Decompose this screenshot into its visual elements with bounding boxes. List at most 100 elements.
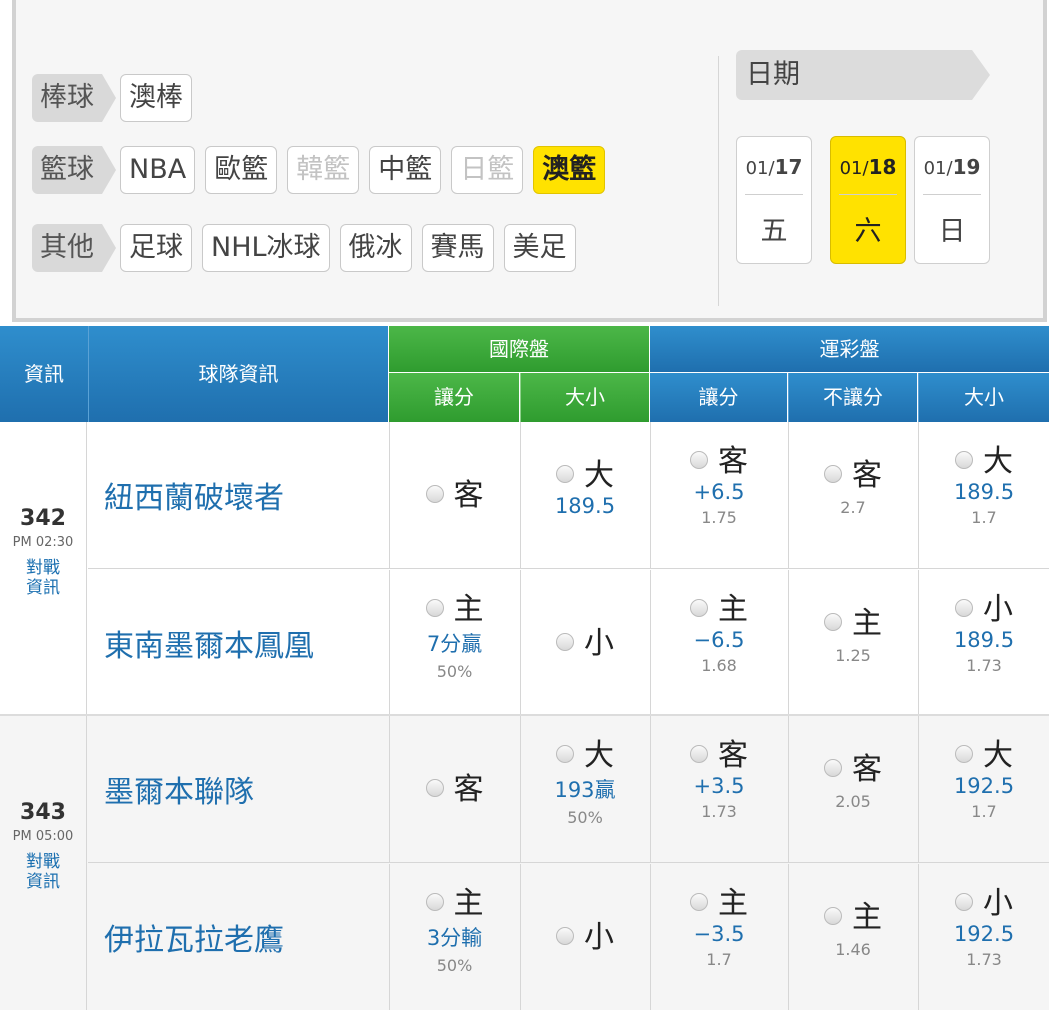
team-name[interactable]: 墨爾本聯隊 xyxy=(88,716,388,862)
odds-cell[interactable]: 主 −6.5 1.68 xyxy=(650,570,787,716)
filter-chip[interactable]: 歐籃 xyxy=(205,146,278,194)
odds-side-label: 主 xyxy=(852,900,882,935)
odds-selection: 客 xyxy=(390,764,519,808)
panel-divider xyxy=(718,56,719,306)
odds-cell[interactable]: 大 189.5 xyxy=(520,422,649,568)
radio-icon xyxy=(556,926,574,945)
odds-side-label: 客 xyxy=(852,458,882,493)
filter-chip[interactable]: 美足 xyxy=(503,224,576,272)
odds-selection: 主 xyxy=(789,598,917,642)
filter-chip[interactable]: 足球 xyxy=(120,224,192,272)
odds-cell[interactable]: 大 192.5 1.7 xyxy=(918,716,1049,862)
radio-icon xyxy=(425,598,444,617)
odds-cell[interactable]: 大 189.5 1.7 xyxy=(918,422,1049,568)
filter-category-2[interactable]: 其他 xyxy=(32,224,116,272)
filter-chip[interactable]: NHL冰球 xyxy=(202,224,330,272)
odds-cell[interactable]: 主 7分贏 50% xyxy=(389,570,519,716)
odds-selection: 客 xyxy=(789,450,917,494)
radio-icon xyxy=(556,632,574,651)
header-intl-total: 大小 xyxy=(520,373,649,422)
odds-price: 2.05 xyxy=(835,792,871,811)
odds-line-value: 193贏 xyxy=(554,778,616,802)
odds-side-label: 客 xyxy=(718,444,748,479)
filter-row: 籃球 NBA 歐籃 韓籃 中籃 日籃 澳籃 xyxy=(32,146,615,194)
odds-price: 1.25 xyxy=(835,646,871,665)
odds-cell[interactable]: 客 +6.5 1.75 xyxy=(650,422,787,568)
odds-side-label: 主 xyxy=(718,592,748,627)
date-card[interactable]: 01/18 六 xyxy=(830,136,906,264)
odds-line-value: +6.5 xyxy=(693,480,745,504)
odds-line-value: −3.5 xyxy=(693,922,745,946)
radio-icon xyxy=(824,464,842,483)
odds-line-value: −6.5 xyxy=(693,628,745,652)
odds-selection: 主 xyxy=(390,584,519,628)
row-divider xyxy=(88,568,1049,569)
odds-side-label: 主 xyxy=(453,886,484,921)
odds-cell[interactable]: 主 1.46 xyxy=(788,864,917,1010)
date-card[interactable]: 01/17 五 xyxy=(736,136,812,264)
filter-chip[interactable]: 澳籃 xyxy=(533,146,606,194)
game-info: 343 PM 05:00 對戰 資訊 xyxy=(0,716,87,1010)
date-card-day: 19 xyxy=(952,155,981,179)
odds-cell[interactable]: 客 2.7 xyxy=(788,422,917,568)
matchup-info-link[interactable]: 對戰 資訊 xyxy=(0,558,86,598)
date-card-date: 01/18 xyxy=(839,137,897,195)
odds-selection: 主 xyxy=(789,892,917,936)
odds-cell[interactable]: 客 xyxy=(389,422,519,568)
filter-chip[interactable]: NBA xyxy=(120,146,196,194)
matchup-info-link[interactable]: 對戰 資訊 xyxy=(0,852,86,892)
odds-cell[interactable]: 主 1.25 xyxy=(788,570,917,716)
odds-price: 1.73 xyxy=(701,802,737,821)
radio-icon xyxy=(690,598,708,617)
odds-price: 2.7 xyxy=(840,498,866,517)
game-number: 342 xyxy=(20,506,66,531)
team-name[interactable]: 伊拉瓦拉老鷹 xyxy=(88,864,388,1010)
matchup-info-line1: 對戰 xyxy=(26,852,60,872)
radio-icon xyxy=(824,758,842,777)
date-card-day: 18 xyxy=(868,155,897,179)
odds-cell[interactable]: 小 192.5 1.73 xyxy=(918,864,1049,1010)
odds-cell[interactable]: 大 193贏 50% xyxy=(520,716,649,862)
odds-line-value: 189.5 xyxy=(554,494,616,518)
matchup-info-line2: 資訊 xyxy=(26,578,60,598)
odds-selection: 小 xyxy=(521,912,649,956)
date-card[interactable]: 01/19 日 xyxy=(914,136,990,264)
odds-cell[interactable]: 主 3分輸 50% xyxy=(389,864,519,1010)
filter-category-1[interactable]: 籃球 xyxy=(32,146,116,194)
matchup-info-line1: 對戰 xyxy=(26,558,60,578)
game-time: PM 02:30 xyxy=(12,535,74,550)
filter-panel: 棒球 澳棒籃球 NBA 歐籃 韓籃 中籃 日籃 澳籃 其他 足球 NHL冰球 俄冰 賽馬 美足 日期 01… xyxy=(12,0,1047,322)
date-card-month: 01/ xyxy=(839,158,869,179)
odds-cell[interactable]: 小 xyxy=(520,864,649,1010)
radio-icon xyxy=(425,892,444,911)
odds-side-label: 小 xyxy=(584,920,614,955)
team-name[interactable]: 東南墨爾本鳳凰 xyxy=(88,570,388,716)
date-header: 日期 xyxy=(736,50,990,100)
odds-cell[interactable]: 客 +3.5 1.73 xyxy=(650,716,787,862)
filter-chip[interactable]: 賽馬 xyxy=(421,224,494,272)
odds-price: 50% xyxy=(567,808,603,827)
odds-side-label: 主 xyxy=(718,886,748,921)
header-team-info: 球隊資訊 xyxy=(88,326,388,422)
odds-cell[interactable]: 客 xyxy=(389,716,519,862)
odds-selection: 大 xyxy=(919,436,1049,480)
filter-chip[interactable]: 中籃 xyxy=(369,146,442,194)
odds-price: 1.7 xyxy=(971,508,997,527)
game-number: 343 xyxy=(20,800,66,825)
odds-side-label: 客 xyxy=(718,738,748,773)
team-name[interactable]: 紐西蘭破壞者 xyxy=(88,422,388,568)
filter-category-0[interactable]: 棒球 xyxy=(32,74,116,122)
odds-side-label: 客 xyxy=(453,478,484,513)
filter-chip[interactable]: 澳棒 xyxy=(120,74,192,122)
odds-side-label: 大 xyxy=(983,444,1013,479)
odds-cell[interactable]: 小 189.5 1.73 xyxy=(918,570,1049,716)
filter-chip[interactable]: 俄冰 xyxy=(339,224,412,272)
odds-table-header: 資訊 球隊資訊 國際盤 運彩盤 讓分 大小 讓分 不讓分 大小 xyxy=(0,326,1049,422)
radio-icon xyxy=(425,778,444,797)
odds-cell[interactable]: 主 −3.5 1.7 xyxy=(650,864,787,1010)
date-card-weekday: 六 xyxy=(854,216,882,247)
odds-cell[interactable]: 客 2.05 xyxy=(788,716,917,862)
filter-row: 其他 足球 NHL冰球 俄冰 賽馬 美足 xyxy=(32,224,586,272)
odds-cell[interactable]: 小 xyxy=(520,570,649,716)
odds-side-label: 小 xyxy=(584,626,614,661)
